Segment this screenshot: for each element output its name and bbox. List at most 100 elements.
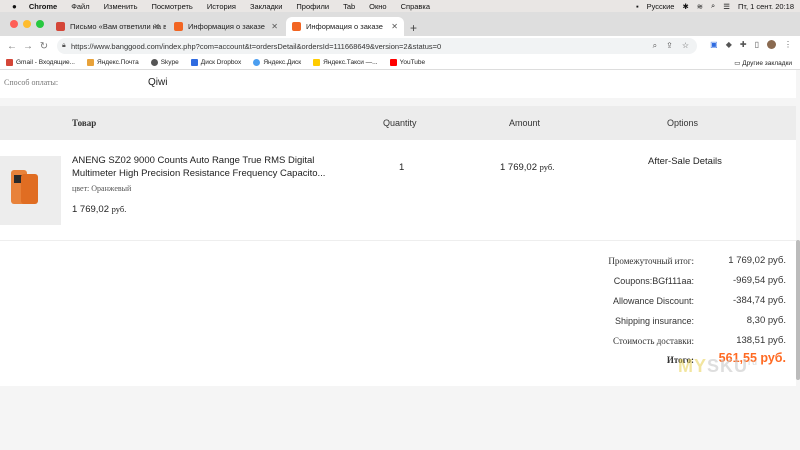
allowance-discount-label: Allowance Discount: [612, 296, 694, 306]
bookmark-label: Яндекс.Диск [263, 59, 302, 66]
watermark-right: SKU [707, 356, 749, 376]
tab-order-info-active[interactable]: Информация о заказе ✕ [286, 17, 404, 36]
menu-window[interactable]: Окно [369, 2, 386, 11]
subtotal-value: 1 769,02 руб. [728, 255, 786, 266]
folder-icon: ▭ [734, 59, 743, 67]
wifi-icon[interactable]: ≋ [697, 2, 703, 11]
after-sale-details-link[interactable]: After-Sale Details [648, 156, 722, 167]
bookmark-youtube[interactable]: YouTube [389, 59, 426, 66]
close-tab-icon[interactable]: ✕ [391, 22, 398, 31]
menu-app-name[interactable]: Chrome [29, 2, 57, 11]
reload-icon[interactable]: ↻ [36, 41, 52, 52]
bookmark-yandex-mail[interactable]: Яндекс.Почта [87, 59, 139, 66]
menu-bookmarks[interactable]: Закладки [250, 2, 282, 11]
bookmark-star-icon[interactable]: ☆ [682, 41, 689, 51]
translate-icon[interactable]: ▣ [710, 40, 718, 49]
bluetooth-icon[interactable]: ✱ [682, 2, 688, 11]
browser-toolbar: ← → ↻ 🔒︎ https://www.banggood.com/index.… [0, 36, 800, 56]
other-bookmarks-label: Другие закладки [742, 59, 792, 67]
close-tab-icon[interactable]: ✕ [153, 22, 160, 31]
zoom-window-icon[interactable] [36, 20, 44, 28]
bookmark-label: Gmail - Входящие... [16, 59, 75, 66]
share-icon[interactable]: ⇪ [666, 41, 673, 51]
product-name-link[interactable]: ANENG SZ02 9000 Counts Auto Range True R… [72, 155, 342, 180]
avatar[interactable] [767, 40, 776, 49]
allowance-discount-value: -384,74 руб. [733, 295, 786, 306]
product-amount-unit: руб. [539, 162, 555, 172]
yandex-mail-icon [87, 59, 94, 66]
header-amount: Amount [509, 118, 541, 128]
watermark-left: MY [678, 356, 707, 376]
menubar-status: ▪ Русские ✱ ≋ ⌕ ☰ Пт, 1 сент. 20:18 [636, 0, 794, 12]
tab-gmail[interactable]: Письмо «Вам ответили на во ✕ [50, 17, 166, 36]
coupons-value: -969,54 руб. [733, 275, 786, 286]
url-text[interactable]: https://www.banggood.com/index.php?com=a… [71, 42, 441, 51]
tab-label: Письмо «Вам ответили на во [70, 22, 166, 31]
flag-icon[interactable]: ▪ [636, 2, 639, 11]
sidepanel-icon[interactable]: ▯ [755, 40, 759, 49]
product-quantity: 1 [399, 162, 405, 173]
bookmark-yandex-disk[interactable]: Яндекс.Диск [253, 59, 301, 66]
menu-profiles[interactable]: Профили [296, 2, 329, 11]
product-amount-value: 1 769,02 [500, 162, 537, 173]
lock-icon[interactable]: 🔒︎ [62, 42, 66, 50]
bookmark-label: YouTube [399, 59, 426, 66]
apple-menu-icon[interactable]: ● [12, 2, 17, 11]
product-price-unit: руб. [111, 204, 127, 214]
puzzle-icon[interactable]: ✚ [740, 40, 747, 49]
product-image[interactable] [0, 156, 61, 225]
menu-view[interactable]: Посмотреть [151, 2, 192, 11]
macos-menubar: ● Chrome Файл Изменить Посмотреть Истори… [0, 0, 800, 12]
clock[interactable]: Пт, 1 сент. 20:18 [738, 2, 794, 11]
tab-label: Информация о заказе [188, 22, 265, 31]
page-content: Способ оплаты: Qiwi Товар Quantity Amoun… [0, 70, 800, 450]
menu-help[interactable]: Справка [401, 2, 430, 11]
watermark-logo: MYSKUru [678, 356, 758, 377]
product-price: 1 769,02 руб. [72, 204, 126, 215]
multimeter-image-back [21, 174, 38, 204]
banggood-favicon-icon [292, 22, 301, 31]
extension-icon[interactable]: ◆ [726, 40, 732, 49]
menu-file[interactable]: Файл [71, 2, 89, 11]
delivery-cost-label: Стоимость доставки: [613, 336, 694, 346]
more-menu-icon[interactable]: ⋮ [784, 40, 792, 49]
yandex-taxi-icon [313, 59, 321, 66]
menu-tab[interactable]: Tab [343, 2, 355, 11]
menu-edit[interactable]: Изменить [104, 2, 138, 11]
tab-order-info[interactable]: Информация о заказе ✕ [168, 17, 284, 36]
product-price-value: 1 769,02 [72, 204, 109, 215]
product-color: цвет: Оранжевый [72, 184, 132, 193]
gmail-favicon-icon [56, 22, 65, 31]
gmail-icon [6, 59, 13, 66]
address-bar-actions: ⌕ ⇪ ☆ [653, 41, 689, 51]
bookmark-gmail[interactable]: Gmail - Входящие... [6, 59, 75, 66]
control-center-icon[interactable]: ☰ [723, 2, 730, 11]
watermark-sup: ru [748, 358, 759, 367]
payment-label: Способ оплаты: [4, 78, 59, 87]
minimize-window-icon[interactable] [23, 20, 31, 28]
order-table-header: Товар Quantity Amount Options [0, 106, 796, 140]
bookmark-dropbox[interactable]: Диск Dropbox [190, 59, 242, 66]
close-window-icon[interactable] [10, 20, 18, 28]
delivery-cost-value: 138,51 руб. [736, 335, 786, 346]
bookmark-label: Яндекс.Такси —... [323, 59, 378, 66]
search-icon[interactable]: ⌕ [711, 1, 715, 11]
tab-label: Информация о заказе [306, 22, 383, 31]
input-source[interactable]: Русские [647, 2, 675, 11]
back-icon[interactable]: ← [4, 41, 20, 52]
forward-icon[interactable]: → [20, 41, 36, 52]
bookmark-yandex-taxi[interactable]: Яндекс.Такси —... [313, 59, 378, 66]
bookmark-skype[interactable]: Skype [150, 59, 179, 66]
product-amount: 1 769,02 руб. [500, 162, 554, 173]
address-bar[interactable]: 🔒︎ https://www.banggood.com/index.php?co… [57, 38, 697, 54]
window-controls [10, 20, 44, 28]
other-bookmarks[interactable]: ▭ Другие закладки [734, 59, 792, 67]
bookmark-label: Диск Dropbox [200, 59, 242, 66]
new-tab-icon[interactable]: + [410, 21, 417, 35]
close-tab-icon[interactable]: ✕ [271, 22, 278, 31]
tab-strip: Письмо «Вам ответили на во ✕ Информация … [0, 12, 800, 36]
divider [0, 240, 796, 241]
scrollbar[interactable] [796, 240, 800, 380]
menu-history[interactable]: История [207, 2, 236, 11]
zoom-icon[interactable]: ⌕ [653, 41, 657, 51]
